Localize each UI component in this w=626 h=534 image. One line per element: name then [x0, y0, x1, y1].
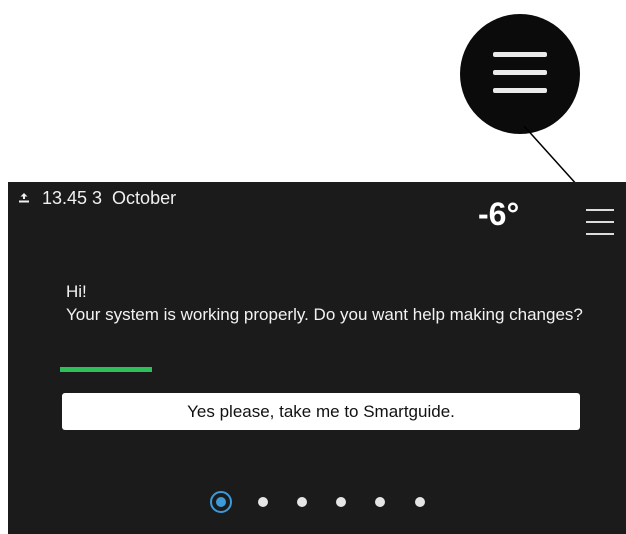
page-dot[interactable]: [258, 497, 268, 507]
display-screen: 13.45 3 October -6° Hi! Your system is w…: [8, 182, 626, 534]
smartguide-button[interactable]: Yes please, take me to Smartguide.: [62, 393, 580, 430]
callout-menu-icon-bar: [493, 88, 547, 93]
upload-icon: [18, 191, 30, 209]
page-dot[interactable]: [375, 497, 385, 507]
page-dot[interactable]: [336, 497, 346, 507]
status-message: Hi! Your system is working properly. Do …: [66, 280, 586, 326]
callout-menu-icon-bar: [493, 70, 547, 75]
callout-menu-icon-bar: [493, 52, 547, 57]
menu-button[interactable]: [586, 209, 614, 235]
accent-underline: [60, 367, 152, 372]
greeting-text: Hi!: [66, 282, 87, 301]
outdoor-temperature: -6°: [478, 196, 520, 232]
message-body: Your system is working properly. Do you …: [66, 305, 583, 324]
page-dot[interactable]: [415, 497, 425, 507]
page-dot-active[interactable]: [210, 491, 232, 513]
status-datetime: 13.45 3 October: [42, 188, 177, 208]
menu-callout: [460, 14, 580, 134]
page-dot[interactable]: [297, 497, 307, 507]
